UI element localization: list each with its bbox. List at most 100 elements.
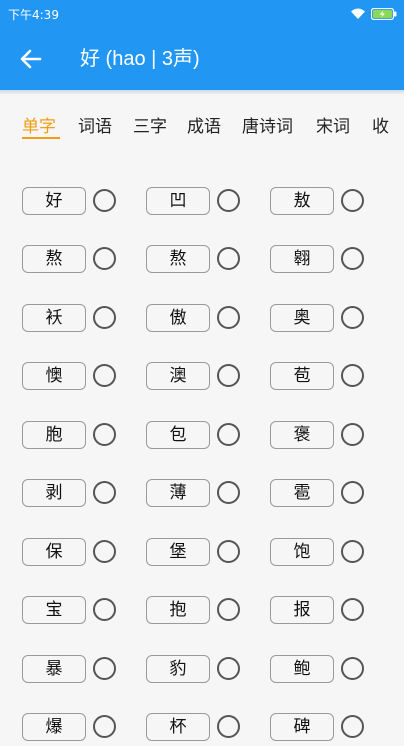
char-button[interactable]: 褒 <box>270 421 334 449</box>
char-item: 苞 <box>270 361 370 395</box>
char-button[interactable]: 鲍 <box>270 655 334 683</box>
char-button[interactable]: 杯 <box>146 713 210 741</box>
char-button[interactable]: 豹 <box>146 655 210 683</box>
char-item: 堡 <box>146 537 246 571</box>
char-button[interactable]: 熬 <box>146 245 210 273</box>
select-radio[interactable] <box>93 306 116 329</box>
tab-indicator <box>22 137 60 139</box>
select-radio[interactable] <box>341 657 364 680</box>
select-radio[interactable] <box>93 657 116 680</box>
tab-idioms[interactable]: 成语 <box>187 116 221 138</box>
select-radio[interactable] <box>93 481 116 504</box>
back-button[interactable] <box>18 47 44 71</box>
char-button[interactable]: 敖 <box>270 187 334 215</box>
char-item: 碑 <box>270 712 370 746</box>
status-time: 下午4:39 <box>8 8 59 22</box>
select-radio[interactable] <box>341 306 364 329</box>
tab-song-ci[interactable]: 宋词 <box>316 116 350 138</box>
char-item: 杯 <box>146 712 246 746</box>
page-title: 好 (hao | 3声) <box>80 48 200 70</box>
app-bar: 好 (hao | 3声) <box>0 28 404 90</box>
char-item: 包 <box>146 420 246 454</box>
char-button[interactable]: 翱 <box>270 245 334 273</box>
char-button[interactable]: 雹 <box>270 479 334 507</box>
char-button[interactable]: 胞 <box>22 421 86 449</box>
char-item: 保 <box>22 537 122 571</box>
char-item: 褒 <box>270 420 370 454</box>
select-radio[interactable] <box>341 540 364 563</box>
select-radio[interactable] <box>341 189 364 212</box>
char-button[interactable]: 傲 <box>146 304 210 332</box>
char-item: 傲 <box>146 303 246 337</box>
char-item: 熬 <box>22 244 122 278</box>
char-item: 翱 <box>270 244 370 278</box>
select-radio[interactable] <box>217 715 240 738</box>
select-radio[interactable] <box>217 423 240 446</box>
select-radio[interactable] <box>93 540 116 563</box>
char-button[interactable]: 堡 <box>146 538 210 566</box>
battery-charging-icon <box>371 8 397 20</box>
char-button[interactable]: 澳 <box>146 362 210 390</box>
select-radio[interactable] <box>217 189 240 212</box>
char-item: 好 <box>22 186 122 220</box>
char-item: 报 <box>270 595 370 629</box>
select-radio[interactable] <box>93 715 116 738</box>
select-radio[interactable] <box>341 364 364 387</box>
select-radio[interactable] <box>93 598 116 621</box>
char-item: 熬 <box>146 244 246 278</box>
char-item: 澳 <box>146 361 246 395</box>
app-bar-shadow <box>0 90 404 95</box>
char-button[interactable]: 保 <box>22 538 86 566</box>
char-button[interactable]: 熬 <box>22 245 86 273</box>
char-button[interactable]: 剥 <box>22 479 86 507</box>
character-grid: 好 凹 敖 熬 熬 翱 袄 傲 奥 懊 澳 苞 胞 包 褒 剥 薄 雹 保 堡 … <box>0 170 404 741</box>
select-radio[interactable] <box>93 364 116 387</box>
char-button[interactable]: 薄 <box>146 479 210 507</box>
select-radio[interactable] <box>341 481 364 504</box>
char-item: 敖 <box>270 186 370 220</box>
select-radio[interactable] <box>217 657 240 680</box>
tab-three-char[interactable]: 三字 <box>133 116 167 138</box>
select-radio[interactable] <box>341 598 364 621</box>
char-button[interactable]: 宝 <box>22 596 86 624</box>
char-item: 剥 <box>22 478 122 512</box>
char-item: 豹 <box>146 654 246 688</box>
select-radio[interactable] <box>93 423 116 446</box>
tab-single-char[interactable]: 单字 <box>22 116 56 138</box>
char-item: 鲍 <box>270 654 370 688</box>
char-item: 奥 <box>270 303 370 337</box>
tab-words[interactable]: 词语 <box>78 116 112 138</box>
arrow-back-icon <box>20 49 42 69</box>
select-radio[interactable] <box>217 247 240 270</box>
char-item: 凹 <box>146 186 246 220</box>
select-radio[interactable] <box>341 423 364 446</box>
category-tabs: 单字 词语 三字 成语 唐诗词 宋词 收 <box>0 106 404 146</box>
char-button[interactable]: 袄 <box>22 304 86 332</box>
select-radio[interactable] <box>341 247 364 270</box>
char-button[interactable]: 饱 <box>270 538 334 566</box>
char-button[interactable]: 暴 <box>22 655 86 683</box>
select-radio[interactable] <box>217 540 240 563</box>
char-button[interactable]: 报 <box>270 596 334 624</box>
status-bar: 下午4:39 <box>0 0 404 28</box>
char-button[interactable]: 好 <box>22 187 86 215</box>
select-radio[interactable] <box>93 247 116 270</box>
char-button[interactable]: 凹 <box>146 187 210 215</box>
select-radio[interactable] <box>217 364 240 387</box>
char-item: 宝 <box>22 595 122 629</box>
char-button[interactable]: 奥 <box>270 304 334 332</box>
select-radio[interactable] <box>217 598 240 621</box>
select-radio[interactable] <box>93 189 116 212</box>
select-radio[interactable] <box>341 715 364 738</box>
char-item: 薄 <box>146 478 246 512</box>
char-button[interactable]: 爆 <box>22 713 86 741</box>
select-radio[interactable] <box>217 306 240 329</box>
char-button[interactable]: 抱 <box>146 596 210 624</box>
char-button[interactable]: 懊 <box>22 362 86 390</box>
tab-favorites[interactable]: 收 <box>372 116 389 138</box>
char-button[interactable]: 苞 <box>270 362 334 390</box>
char-button[interactable]: 包 <box>146 421 210 449</box>
select-radio[interactable] <box>217 481 240 504</box>
char-button[interactable]: 碑 <box>270 713 334 741</box>
tab-tang-poems[interactable]: 唐诗词 <box>242 116 293 138</box>
